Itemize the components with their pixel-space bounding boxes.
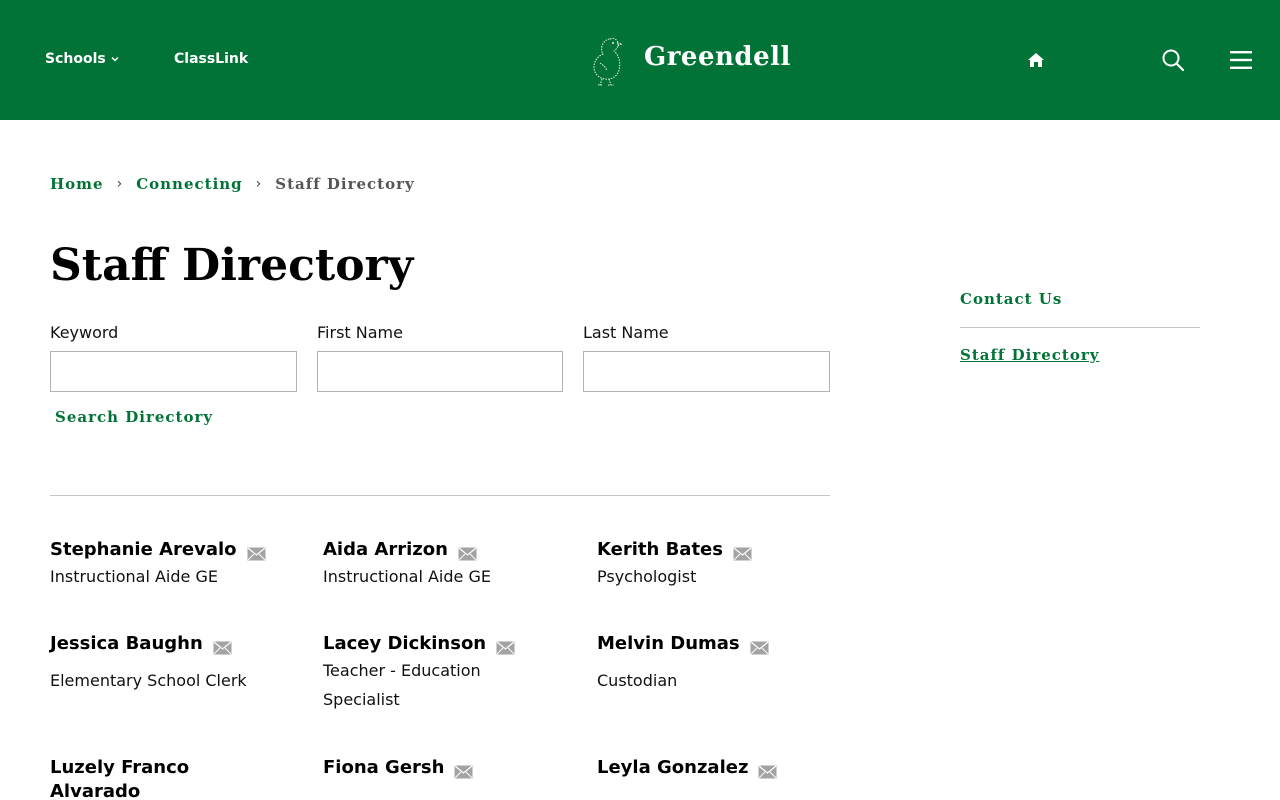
site-brand-name[interactable]: Greendell (644, 42, 791, 72)
first-name-label: First Name (317, 323, 403, 342)
breadcrumb-separator-icon: › (255, 176, 263, 192)
staff-card: Jessica Baughn Elementary School Clerk (50, 632, 300, 695)
last-name-label: Last Name (583, 323, 669, 342)
site-header: Schools ClassLink Greendell (0, 0, 1280, 120)
staff-name: Kerith Bates (597, 539, 723, 560)
staff-role: Custodian (597, 671, 678, 690)
breadcrumb-current: Staff Directory (275, 175, 415, 193)
mail-icon[interactable] (496, 641, 515, 655)
mail-icon[interactable] (733, 547, 752, 561)
staff-role: Teacher - Education Specialist (323, 661, 481, 709)
staff-name: Luzely Franco Alvarado (50, 757, 190, 800)
nav-schools-label: Schools (45, 51, 106, 67)
mail-icon[interactable] (247, 547, 266, 561)
staff-card: Kerith Bates Psychologist (597, 538, 847, 591)
sidebar-divider (960, 327, 1200, 328)
first-name-input[interactable] (317, 351, 563, 392)
staff-name: Lacey Dickinson (323, 633, 487, 654)
staff-role: Instructional Aide GE (50, 567, 218, 586)
last-name-field-group: Last Name (583, 323, 830, 392)
staff-role: Instructional Aide GE (323, 567, 491, 586)
breadcrumb-separator-icon: › (116, 176, 124, 192)
breadcrumb: Home › Connecting › Staff Directory (50, 175, 415, 193)
staff-name: Melvin Dumas (597, 633, 740, 654)
breadcrumb-home-link[interactable]: Home (50, 175, 104, 193)
staff-card: Leyla Gonzalez (597, 756, 847, 780)
home-icon[interactable] (1027, 52, 1045, 68)
staff-name: Fiona Gersh (323, 757, 445, 778)
duck-logo-icon[interactable] (588, 33, 628, 87)
keyword-field-group: Keyword (50, 323, 297, 392)
results-divider (50, 495, 830, 496)
mail-icon[interactable] (458, 547, 477, 561)
staff-role: Psychologist (597, 567, 697, 586)
nav-schools-dropdown[interactable]: Schools (45, 51, 120, 67)
staff-card: Stephanie Arevalo Instructional Aide GE (50, 538, 300, 591)
last-name-input[interactable] (583, 351, 830, 392)
keyword-input[interactable] (50, 351, 297, 392)
staff-name: Stephanie Arevalo (50, 539, 237, 560)
staff-card: Melvin Dumas Custodian (597, 632, 847, 695)
staff-card: Fiona Gersh (323, 756, 573, 780)
nav-classlink-link[interactable]: ClassLink (174, 51, 248, 67)
search-directory-button[interactable]: Search Directory (55, 408, 213, 426)
breadcrumb-connecting-link[interactable]: Connecting (136, 175, 242, 193)
keyword-label: Keyword (50, 323, 119, 342)
sidebar-contact-us-link[interactable]: Contact Us (960, 290, 1062, 308)
staff-name: Leyla Gonzalez (597, 757, 749, 778)
first-name-field-group: First Name (317, 323, 563, 392)
mail-icon[interactable] (213, 641, 232, 655)
page-title: Staff Directory (50, 240, 414, 291)
staff-card: Luzely Franco Alvarado (50, 756, 250, 800)
mail-icon[interactable] (454, 765, 473, 779)
staff-card: Lacey Dickinson Teacher - Education Spec… (323, 632, 553, 714)
sidebar-staff-directory-link[interactable]: Staff Directory (960, 346, 1099, 364)
mail-icon[interactable] (758, 765, 777, 779)
chevron-down-icon (111, 57, 119, 62)
staff-name: Jessica Baughn (50, 633, 203, 654)
staff-name: Aida Arrizon (323, 539, 448, 560)
hamburger-menu-icon[interactable] (1229, 48, 1253, 72)
mail-icon[interactable] (750, 641, 769, 655)
staff-role: Elementary School Clerk (50, 671, 247, 690)
search-icon[interactable] (1161, 48, 1185, 72)
staff-card: Aida Arrizon Instructional Aide GE (323, 538, 573, 591)
